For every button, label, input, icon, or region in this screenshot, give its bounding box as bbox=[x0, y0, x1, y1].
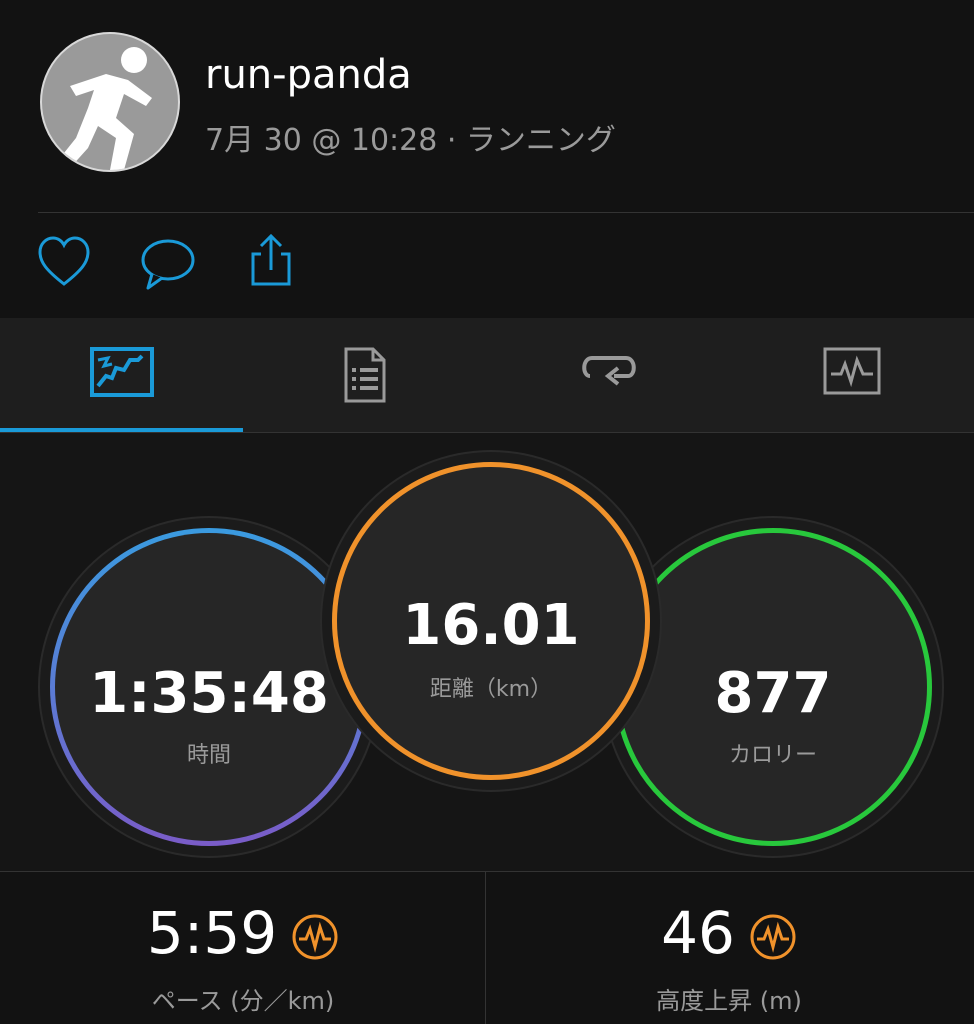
calories-metric-circle[interactable]: 877 カロリー bbox=[614, 528, 932, 846]
elevation-value-row: 46 bbox=[486, 899, 972, 967]
pace-label: ペース (分／km) bbox=[151, 987, 335, 1015]
tab-graphs[interactable] bbox=[731, 318, 974, 432]
chart-icon bbox=[823, 347, 881, 395]
runner-icon bbox=[60, 47, 152, 170]
activity-header: run-panda 7月 30 @ 10:28 · ランニング bbox=[0, 0, 974, 318]
distance-label: 距離（km） bbox=[429, 677, 553, 702]
pulse-badge-icon bbox=[750, 914, 796, 960]
share-icon bbox=[251, 233, 291, 286]
avatar[interactable] bbox=[40, 32, 180, 172]
repeat-icon bbox=[582, 356, 636, 386]
distance-metric-circle[interactable]: 16.01 距離（km） bbox=[332, 462, 650, 780]
document-icon bbox=[344, 347, 386, 403]
elevation-label: 高度上昇 (m) bbox=[656, 987, 802, 1015]
elevation-performance-badge[interactable] bbox=[749, 907, 797, 960]
calories-value: 877 bbox=[714, 661, 832, 726]
time-metric-circle[interactable]: 1:35:48 時間 bbox=[50, 528, 368, 846]
pulse-badge-icon bbox=[292, 914, 338, 960]
tab-details[interactable] bbox=[244, 318, 488, 432]
activity-subtitle: 7月 30 @ 10:28 · ランニング bbox=[205, 123, 616, 158]
heart-icon bbox=[38, 236, 90, 286]
share-button[interactable] bbox=[244, 232, 300, 292]
calories-label: カロリー bbox=[728, 743, 817, 768]
tab-laps[interactable] bbox=[487, 318, 731, 432]
pace-performance-badge[interactable] bbox=[291, 907, 339, 960]
header-divider bbox=[38, 212, 974, 213]
elevation-value: 46 bbox=[661, 899, 735, 967]
pace-stat[interactable]: 5:59 ペース (分／km) bbox=[0, 895, 486, 1024]
action-bar bbox=[0, 232, 974, 302]
time-value: 1:35:48 bbox=[89, 661, 329, 726]
username[interactable]: run-panda bbox=[205, 52, 412, 98]
distance-value: 16.01 bbox=[402, 593, 580, 658]
comment-button[interactable] bbox=[138, 232, 195, 292]
pace-value-row: 5:59 bbox=[0, 899, 486, 967]
tab-map[interactable] bbox=[0, 318, 244, 432]
time-label: 時間 bbox=[186, 743, 231, 768]
elevation-stat[interactable]: 46 高度上昇 (m) bbox=[486, 895, 972, 1024]
map-icon bbox=[89, 347, 154, 397]
like-button[interactable] bbox=[36, 232, 92, 292]
comment-icon bbox=[141, 239, 195, 290]
stats-top-divider bbox=[0, 871, 974, 872]
pace-value: 5:59 bbox=[146, 899, 278, 967]
activity-tabs bbox=[0, 318, 974, 432]
